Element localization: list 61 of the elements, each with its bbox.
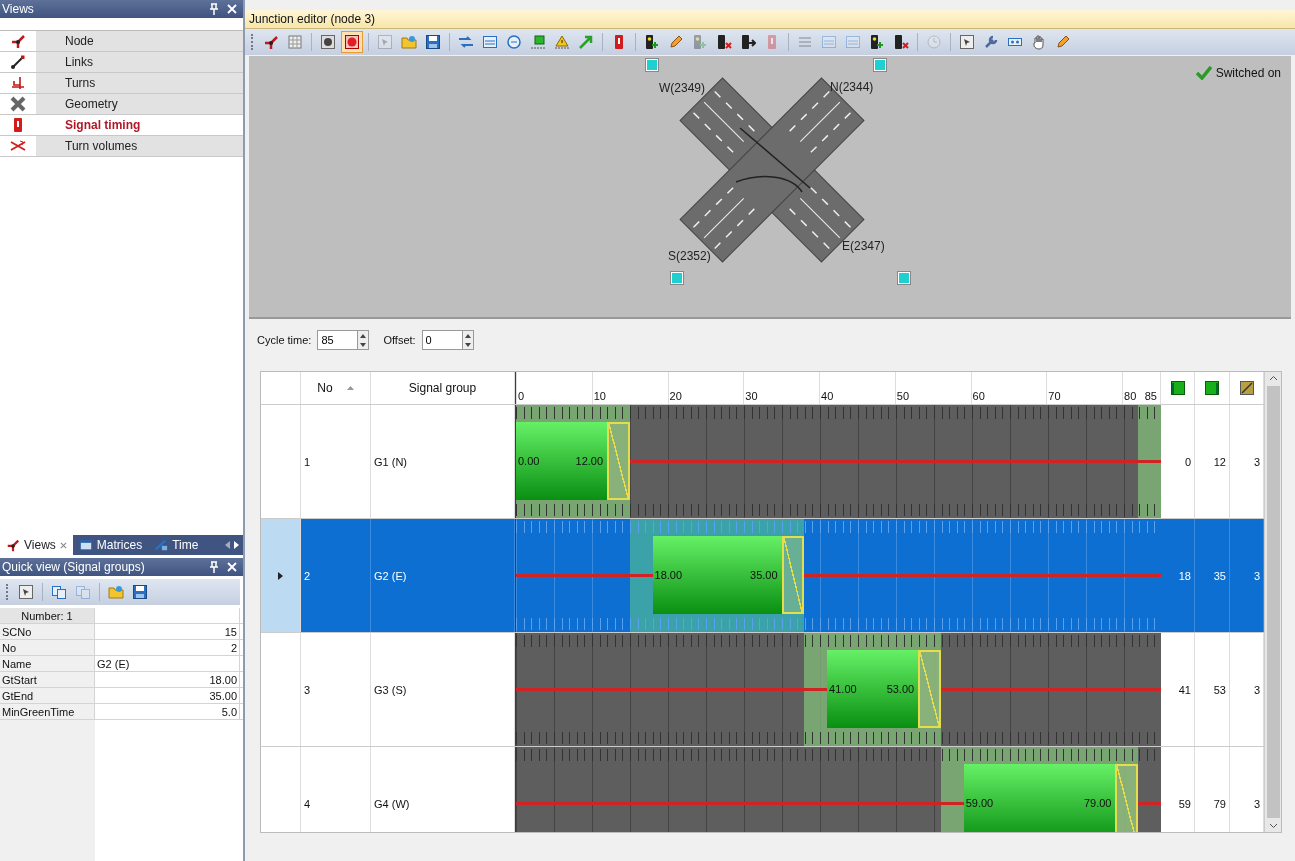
timeline-tick: 30 <box>743 372 758 404</box>
field-label: Offset: <box>383 334 416 346</box>
time-label: 18.00 <box>654 569 683 581</box>
leg-label: N(2344) <box>830 80 874 94</box>
table-cell: 12 <box>1195 405 1230 518</box>
field-label: Cycle time: <box>257 334 312 346</box>
panel-title: Views <box>2 2 35 16</box>
timeline-tick: 60 <box>970 372 985 404</box>
view-item[interactable]: Turns <box>0 73 243 94</box>
panel-tab[interactable]: Time <box>148 535 205 555</box>
leg-label: E(2347) <box>842 239 885 253</box>
time-label: 41.00 <box>829 683 857 695</box>
table-cell: 35 <box>1195 519 1230 632</box>
column-header[interactable]: No <box>317 381 333 395</box>
timeline-tick: 80 <box>1122 372 1137 404</box>
timeline-tick: 70 <box>1046 372 1061 404</box>
table-cell: 0 <box>1161 405 1195 518</box>
table-cell: 1 <box>301 405 371 518</box>
table-cell: 18 <box>1161 519 1195 632</box>
view-item[interactable]: Turn volumes <box>0 136 243 157</box>
table-cell: 53 <box>1195 633 1230 746</box>
column-header[interactable]: Signal group <box>408 381 477 395</box>
go-phase-bar[interactable]: 0.00 12.00 <box>516 422 608 500</box>
go-phase-bar[interactable]: 59.00 79.00 <box>963 764 1116 832</box>
timeline-tick: 20 <box>667 372 682 404</box>
panel-tab[interactable]: Views <box>0 535 73 555</box>
panel-tab[interactable]: Matrices <box>72 535 149 555</box>
timeline-tick: 10 <box>591 372 606 404</box>
leg-label: S(2352) <box>668 249 711 263</box>
time-label: 0.00 <box>518 455 540 467</box>
table-cell: 4 <box>301 747 371 832</box>
table-cell: 3 <box>1230 519 1264 632</box>
table-cell: 79 <box>1195 747 1230 832</box>
timeline-tick: 0 <box>516 372 525 404</box>
timeline-tick: 50 <box>894 372 910 404</box>
table-cell: G2 (E) <box>371 519 515 632</box>
view-item[interactable]: Geometry <box>0 94 243 115</box>
property-value[interactable]: G2 (E) <box>95 656 240 671</box>
table-cell: 2 <box>301 519 371 632</box>
view-item[interactable]: Node <box>0 31 243 52</box>
go-phase-bar[interactable]: 41.00 53.00 <box>827 650 919 728</box>
table-cell: 3 <box>301 633 371 746</box>
timeline-tick: 85 <box>1143 389 1158 404</box>
time-label: 12.00 <box>575 455 604 467</box>
view-item[interactable]: Links <box>0 52 243 73</box>
offset-field[interactable]: 0 <box>421 330 462 350</box>
panel-title: Quick view (Signal groups) <box>2 560 146 574</box>
go-phase-bar[interactable]: 18.00 35.00 <box>652 536 782 614</box>
table-cell: 41 <box>1161 633 1195 746</box>
time-label: 79.00 <box>1083 797 1112 809</box>
status-text: Switched on <box>1215 66 1281 80</box>
grid-header: Number: 1 <box>0 608 95 623</box>
leg-label: W(2349) <box>659 81 705 95</box>
editor-title: Junction editor (node 3) <box>249 12 376 26</box>
time-label: 53.00 <box>886 683 915 695</box>
time-label: 59.00 <box>965 797 994 809</box>
view-item[interactable]: Signal timing <box>0 115 243 136</box>
cycle-time-field[interactable]: 85 <box>317 330 358 350</box>
time-label: 35.00 <box>750 569 778 581</box>
timeline-tick: 40 <box>819 372 834 404</box>
table-cell: 59 <box>1161 747 1195 832</box>
